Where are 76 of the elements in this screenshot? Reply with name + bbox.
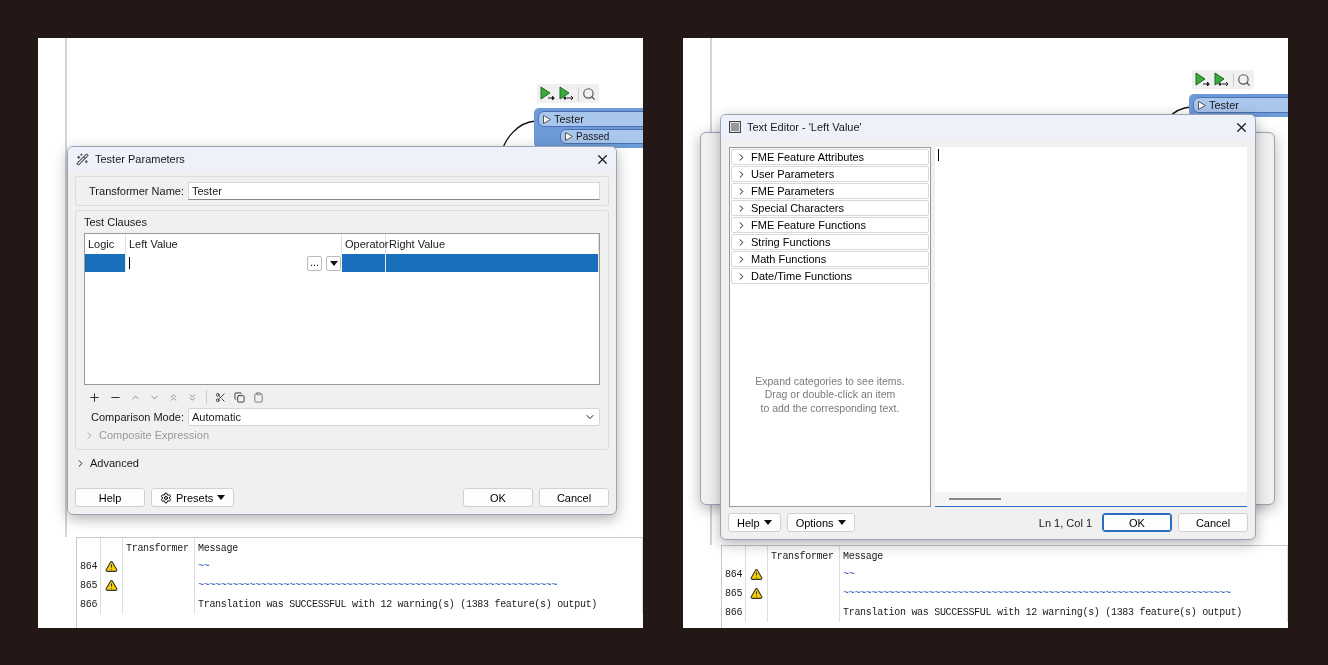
column-header: Message [195,538,643,558]
editor-icon [729,121,741,133]
port-triangle-icon [1198,100,1206,110]
copy-icon[interactable] [234,391,245,403]
port-triangle-icon [565,132,573,141]
cursor-position: Ln 1, Col 1 [1038,516,1092,529]
value-editor[interactable]: ... [126,254,342,272]
dialog-button[interactable]: OK [1102,513,1172,532]
warning-icon [105,579,118,592]
line-number: 866 [77,595,101,614]
category-item[interactable]: String Functions [731,234,929,250]
mode-dropdown[interactable]: Automatic [188,408,600,426]
node-title-text: Tester [554,113,584,125]
dialog-button[interactable]: Cancel [539,488,609,507]
node-title-text: Tester [1209,99,1239,111]
add-icon[interactable] [88,390,101,404]
dialog-button[interactable]: Help [728,513,781,532]
group-title: Test Clauses [84,216,148,228]
run-arrow-icon[interactable] [540,86,556,101]
category-item[interactable]: Special Characters [731,200,929,216]
hint-text: Expand categories to see items. Drag or double-click an item to add the corresponding text. [755,375,905,415]
cut-icon[interactable] [215,391,226,403]
table-cell[interactable] [85,254,126,272]
dropdown-arrow-icon [217,495,226,500]
category-item[interactable]: FME Feature Functions [731,217,929,233]
run-arrow-icon[interactable] [1214,72,1230,87]
zoom-icon[interactable] [582,86,596,101]
line-number: 864 [722,565,746,584]
column-header: Message [840,546,1288,566]
field-label: Transformer Name: [88,185,184,197]
dialog-title: Text Editor - 'Left Value' [747,121,863,133]
line-number: 865 [722,584,746,603]
line-number: 864 [77,557,101,576]
run-arrow-icon[interactable] [559,86,575,101]
warning-icon [105,560,118,573]
zoom-icon[interactable] [1237,72,1251,87]
run-arrow-icon[interactable] [1195,72,1211,87]
dialog-button[interactable]: OK [463,488,533,507]
browse-button[interactable]: ... [307,255,322,271]
column-header: Transformer [768,546,840,566]
log-message: ~~ [840,565,1288,584]
category-item[interactable]: Date/Time Functions [731,268,929,284]
line-number: 866 [722,603,746,622]
wand-icon [76,152,89,166]
field-label: Comparison Mode: [90,411,184,423]
log-message: ~~~~~~~~~~~~~~~~~~~~~~~~~~~~~~~~~~~~~~~~~~~~~~~~~~~~~~~~~~~~~~~~~~~~ [840,584,1288,603]
category-item[interactable]: FME Feature Attributes [731,149,929,165]
dropdown-button[interactable] [326,255,341,271]
port-label: Passed [576,131,610,142]
section-toggle[interactable]: Advanced [75,454,609,472]
name-field[interactable]: Tester [188,182,600,200]
dropdown-arrow-icon [329,260,338,266]
dialog-title: Tester Parameters [95,153,186,165]
dialog-button[interactable]: Options [786,513,855,532]
table-cell[interactable] [386,254,599,272]
table-cell[interactable] [342,254,386,272]
dialog-button[interactable]: Presets [151,488,235,507]
gear-icon [160,491,172,504]
output-port[interactable]: Passed [560,129,643,144]
dropdown-arrow-icon [837,520,846,525]
line-number: 865 [77,576,101,595]
category-item[interactable]: FME Parameters [731,183,929,199]
port-triangle-icon [543,114,551,124]
warning-icon [750,587,763,600]
log-message: Translation was SUCCESSFUL with 12 warning(s) (1383 feature(s) output) [195,595,643,614]
transformer-node[interactable]: Tester Passed [534,108,643,148]
dialog-button[interactable]: Cancel [1178,513,1248,532]
log-message: ~~~~~~~~~~~~~~~~~~~~~~~~~~~~~~~~~~~~~~~~~~~~~~~~~~~~~~~~~~~~~~~ [195,576,643,595]
warning-icon [750,568,763,581]
category-item[interactable]: User Parameters [731,166,929,182]
log-message: ~~ [195,557,643,576]
column-header: Transformer [123,538,195,558]
category-item[interactable]: Math Functions [731,251,929,267]
dialog-button[interactable]: Help [75,488,145,507]
dropdown-arrow-icon [763,520,772,525]
log-message: Translation was SUCCESSFUL with 12 warning(s) (1383 feature(s) output) [840,603,1288,622]
